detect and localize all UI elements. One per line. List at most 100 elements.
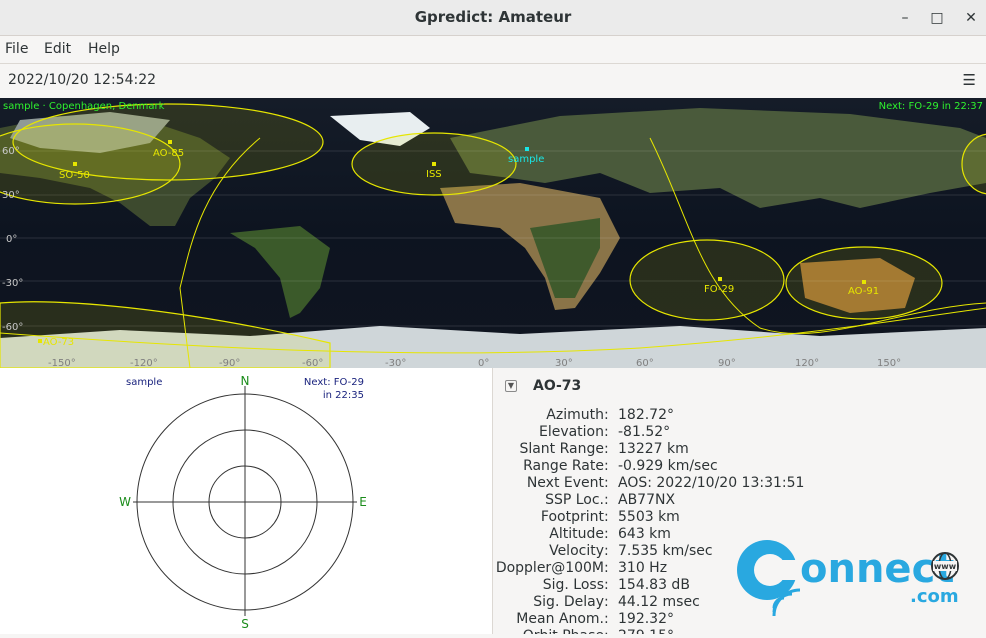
menu-help[interactable]: Help xyxy=(88,41,120,57)
map-canvas: sample · Copenhagen, Denmark Next: FO-29… xyxy=(0,98,986,368)
logo-domain: .com xyxy=(910,586,959,607)
details-row-value: 643 km xyxy=(618,526,671,542)
current-time: 2022/10/20 12:54:22 xyxy=(8,72,157,88)
lon-label: 150° xyxy=(877,358,901,368)
details-header: ▼ AO-73 xyxy=(505,378,581,394)
title-bar: Gpredict: Amateur – □ ✕ xyxy=(0,0,986,36)
details-row-label: Next Event xyxy=(526,475,604,491)
details-row-separator: : xyxy=(604,407,609,423)
satellite-label[interactable]: ISS xyxy=(426,169,442,180)
details-row: Azimuth:182.72° xyxy=(493,407,986,424)
details-row-value: -81.52° xyxy=(618,424,671,440)
lon-label: -30° xyxy=(385,358,406,368)
lon-label: -60° xyxy=(302,358,323,368)
satellite-label[interactable]: AO-85 xyxy=(153,148,184,159)
qth-label: sample · Copenhagen, Denmark xyxy=(3,101,165,112)
details-row: Elevation: -81.52° xyxy=(493,424,986,441)
map-next-event: Next: FO-29 in 22:37 xyxy=(879,101,983,112)
lat-label: 30° xyxy=(2,190,20,201)
minimize-button[interactable]: – xyxy=(895,8,915,28)
satellite-marker-so-50[interactable] xyxy=(73,162,77,166)
menu-edit[interactable]: Edit xyxy=(44,41,71,57)
time-bar: 2022/10/20 12:54:22 ☰ xyxy=(0,64,986,98)
ground-station-marker xyxy=(525,147,529,151)
details-row: SSP Loc.: AB77NX xyxy=(493,492,986,509)
lat-label: 0° xyxy=(6,234,17,245)
polar-view[interactable]: sample Next: FO-29 in 22:35 N S E W xyxy=(0,368,493,634)
details-row-separator: : xyxy=(604,509,609,525)
lon-label: -90° xyxy=(219,358,240,368)
details-row: Range Rate: -0.929 km/sec xyxy=(493,458,986,475)
details-row-separator: : xyxy=(604,458,609,474)
lon-label: -120° xyxy=(130,358,158,368)
details-row-separator: : xyxy=(604,424,609,440)
connect-logo: onnect .com www xyxy=(737,540,959,617)
details-row-label: Orbit Phase xyxy=(523,628,604,634)
close-button[interactable]: ✕ xyxy=(961,8,981,28)
details-row-label: Slant Range xyxy=(519,441,604,457)
globe-label: www xyxy=(934,562,957,571)
window-title: Gpredict: Amateur xyxy=(414,8,572,26)
satellite-marker-iss[interactable] xyxy=(432,162,436,166)
details-row-label: Azimuth xyxy=(546,407,604,423)
details-row-label: Altitude xyxy=(549,526,604,542)
details-row-value: 44.12 msec xyxy=(618,594,700,610)
collapse-icon[interactable]: ▼ xyxy=(505,380,517,392)
ground-station-label: sample xyxy=(508,154,544,165)
satellite-marker-fo-29[interactable] xyxy=(718,277,722,281)
lat-label: 60° xyxy=(2,146,20,157)
details-row-value: 13227 km xyxy=(618,441,689,457)
details-row-label: SSP Loc. xyxy=(545,492,604,508)
satellite-label[interactable]: AO-73 xyxy=(43,337,74,348)
lat-label: -60° xyxy=(2,322,23,333)
details-row-separator: : xyxy=(604,475,609,491)
details-row: Footprint:5503 km xyxy=(493,509,986,526)
details-row-separator: : xyxy=(604,441,609,457)
details-row-label: Sig. Delay xyxy=(533,594,604,610)
details-row-separator: : xyxy=(604,492,609,508)
details-row-value: 154.83 dB xyxy=(618,577,690,593)
satellite-marker-ao-91[interactable] xyxy=(862,280,866,284)
satellite-marker-ao-73[interactable] xyxy=(38,339,42,343)
satellite-label[interactable]: SO-50 xyxy=(59,170,90,181)
details-row-separator: : xyxy=(604,594,609,610)
details-row-value: 310 Hz xyxy=(618,560,668,576)
lon-label: 90° xyxy=(718,358,736,368)
compass-east: E xyxy=(359,495,367,509)
details-row-label: Mean Anom. xyxy=(516,611,604,627)
details-row-label: Doppler@100M xyxy=(495,560,604,576)
polar-canvas: sample Next: FO-29 in 22:35 N S E W xyxy=(119,374,367,631)
world-map[interactable]: sample · Copenhagen, Denmark Next: FO-29… xyxy=(0,98,986,368)
details-row-value: 182.72° xyxy=(618,407,674,423)
satellite-label[interactable]: FO-29 xyxy=(704,284,734,295)
details-row-label: Elevation xyxy=(538,424,604,440)
details-row-value: AB77NX xyxy=(618,492,676,508)
menu-bar: File Edit Help xyxy=(0,36,986,64)
hamburger-icon[interactable]: ☰ xyxy=(963,71,976,89)
details-row-value: 5503 km xyxy=(618,509,680,525)
details-row-separator: : xyxy=(604,577,609,593)
details-row: Slant Range:13227 km xyxy=(493,441,986,458)
details-row-separator: : xyxy=(604,543,609,559)
details-row: Orbit Phase: 279.15° xyxy=(493,628,986,634)
details-satellite-name: AO-73 xyxy=(533,378,582,394)
compass-north: N xyxy=(241,374,250,388)
maximize-button[interactable]: □ xyxy=(927,8,947,28)
details-row-value: 7.535 km/sec xyxy=(618,543,713,559)
satellite-marker-ao-85[interactable] xyxy=(168,140,172,144)
compass-west: W xyxy=(119,495,131,509)
lon-label: 60° xyxy=(636,358,654,368)
lon-label: 30° xyxy=(555,358,573,368)
details-row-value: AOS: 2022/10/20 13:31:51 xyxy=(618,475,805,491)
polar-station-label: sample xyxy=(126,377,162,388)
details-row: Next Event: AOS: 2022/10/20 13:31:51 xyxy=(493,475,986,492)
menu-file[interactable]: File xyxy=(5,41,28,57)
details-row-separator: : xyxy=(604,526,609,542)
lat-label: -30° xyxy=(2,278,23,289)
details-row-separator: : xyxy=(604,611,609,627)
lon-label: -150° xyxy=(48,358,76,368)
details-row-label: Footprint xyxy=(540,509,604,525)
lon-label: 120° xyxy=(795,358,819,368)
satellite-label[interactable]: AO-91 xyxy=(848,286,879,297)
details-row-label: Velocity xyxy=(549,543,604,559)
